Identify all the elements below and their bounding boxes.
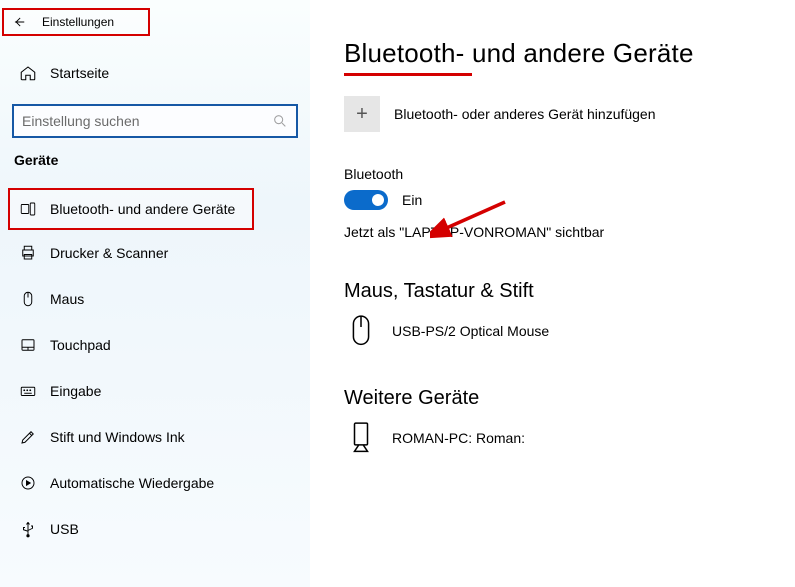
window-header: Einstellungen (2, 8, 150, 36)
search-icon (272, 113, 288, 129)
content-pane: Bluetooth- und andere Geräte + Bluetooth… (310, 0, 795, 587)
mouse-icon (16, 290, 40, 308)
usb-icon (16, 520, 40, 538)
device-name: USB-PS/2 Optical Mouse (392, 323, 549, 339)
sidebar-item-label: Automatische Wiedergabe (50, 475, 214, 491)
add-device-row[interactable]: + Bluetooth- oder anderes Gerät hinzufüg… (344, 96, 775, 132)
bluetooth-heading: Bluetooth (344, 166, 775, 182)
group-other-devices: Weitere Geräte (344, 387, 775, 410)
sidebar-item-typing[interactable]: Eingabe (0, 368, 310, 414)
sidebar-item-label: Eingabe (50, 383, 101, 399)
bluetooth-toggle-state: Ein (402, 192, 422, 208)
sidebar-home-label: Startseite (50, 65, 109, 81)
bluetooth-visibility-text: Jetzt als "LAPTOP-VONROMAN" sichtbar (344, 224, 775, 240)
search-box[interactable] (12, 104, 298, 138)
sidebar-item-pen[interactable]: Stift und Windows Ink (0, 414, 310, 460)
sidebar-item-label: Bluetooth- und andere Geräte (50, 201, 235, 217)
header-title: Einstellungen (42, 15, 114, 29)
settings-sidebar: Einstellungen Startseite Geräte Bluetoot… (0, 0, 310, 587)
section-heading-devices: Geräte (14, 152, 310, 168)
mouse-icon (348, 315, 374, 347)
annotation-underline (344, 73, 472, 76)
touchpad-icon (16, 336, 40, 354)
search-input[interactable] (22, 113, 272, 129)
plus-icon: + (344, 96, 380, 132)
page-title: Bluetooth- und andere Geräte (344, 38, 775, 69)
pen-icon (16, 428, 40, 446)
sidebar-item-mouse[interactable]: Maus (0, 276, 310, 322)
back-arrow-icon[interactable] (10, 13, 28, 31)
sidebar-item-touchpad[interactable]: Touchpad (0, 322, 310, 368)
sidebar-item-autoplay[interactable]: Automatische Wiedergabe (0, 460, 310, 506)
sidebar-item-label: Drucker & Scanner (50, 245, 168, 261)
sidebar-item-label: USB (50, 521, 79, 537)
bluetooth-toggle[interactable] (344, 190, 388, 210)
home-icon (16, 64, 40, 82)
sidebar-home[interactable]: Startseite (0, 54, 310, 92)
autoplay-icon (16, 474, 40, 492)
sidebar-item-label: Maus (50, 291, 84, 307)
sidebar-item-bluetooth[interactable]: Bluetooth- und andere Geräte (8, 188, 254, 230)
sidebar-item-usb[interactable]: USB (0, 506, 310, 552)
group-mouse-keyboard-pen: Maus, Tastatur & Stift (344, 280, 775, 303)
sidebar-nav: Bluetooth- und andere Geräte Drucker & S… (0, 188, 310, 552)
device-generic-icon (348, 422, 374, 454)
device-row-mouse[interactable]: USB-PS/2 Optical Mouse (344, 315, 775, 347)
sidebar-item-printers[interactable]: Drucker & Scanner (0, 230, 310, 276)
keyboard-icon (16, 382, 40, 400)
device-name: ROMAN-PC: Roman: (392, 430, 525, 446)
device-row-other[interactable]: ROMAN-PC: Roman: (344, 422, 775, 454)
sidebar-item-label: Stift und Windows Ink (50, 429, 185, 445)
devices-icon (16, 200, 40, 218)
add-device-label: Bluetooth- oder anderes Gerät hinzufügen (394, 106, 656, 122)
printer-icon (16, 244, 40, 262)
sidebar-item-label: Touchpad (50, 337, 111, 353)
